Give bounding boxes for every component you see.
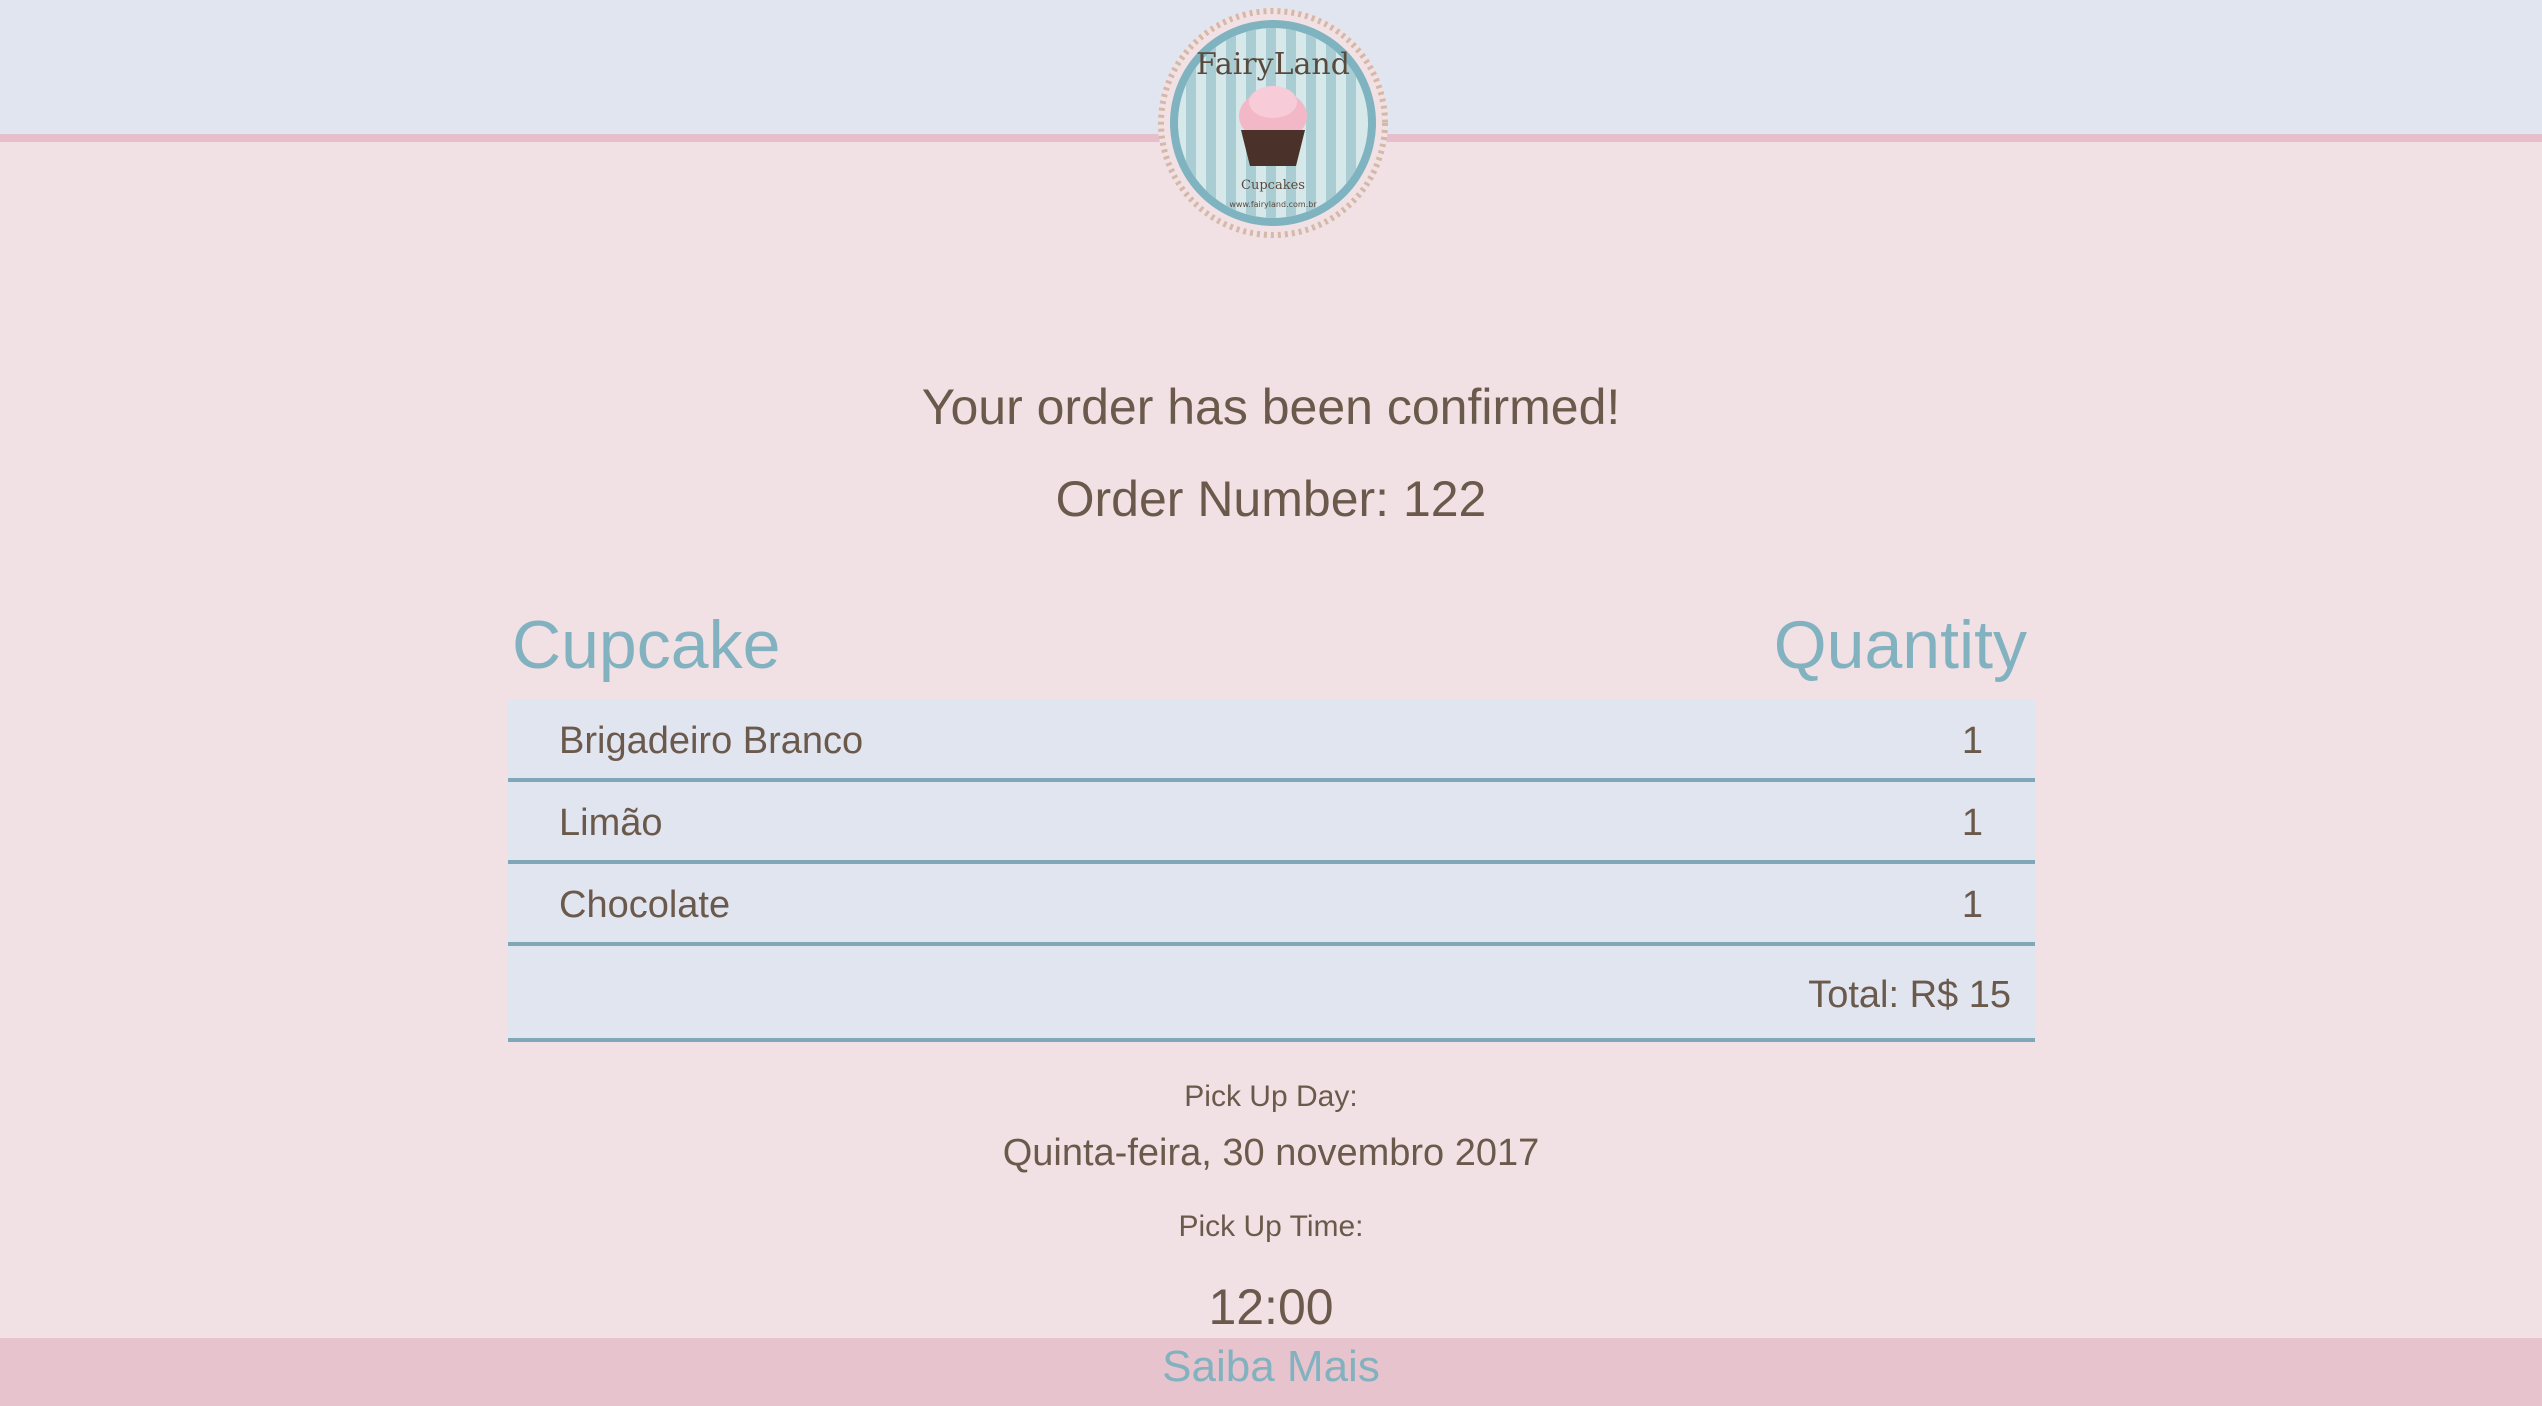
order-number: Order Number: 122 (1055, 471, 1487, 527)
column-header-quantity: Quantity (1773, 607, 2027, 683)
table-row: Brigadeiro Branco 1 (508, 700, 2035, 782)
cupcake-quantity: 1 (1961, 884, 1983, 926)
cupcake-quantity: 1 (1961, 720, 1983, 762)
order-total: Total: R$ 15 (1808, 974, 2011, 1016)
pickup-day-value: Quinta-feira, 30 novembro 2017 (1002, 1132, 1540, 1174)
logo-subtitle: Cupcakes (1241, 178, 1305, 193)
table-row: Limão 1 (508, 782, 2035, 864)
cupcake-name: Limão (559, 802, 663, 844)
pickup-time-value: 12:00 (1208, 1279, 1334, 1335)
cupcake-name: Brigadeiro Branco (559, 720, 864, 762)
table-total-row: Total: R$ 15 (508, 946, 2035, 1042)
confirmation-title: Your order has been confirmed! (921, 379, 1621, 435)
saiba-mais-link[interactable]: Saiba Mais (1162, 1342, 1380, 1392)
logo-title: FairyLand (1196, 47, 1350, 82)
table-row: Chocolate 1 (508, 864, 2035, 946)
pickup-time-label: Pick Up Time: (1178, 1210, 1364, 1243)
fairyland-logo[interactable]: FairyLand Cupcakes www.fairyland.com.br (1156, 6, 1390, 240)
site-footer: Saiba Mais (0, 1338, 2542, 1406)
cupcake-quantity: 1 (1961, 802, 1983, 844)
pickup-day-label: Pick Up Day: (1184, 1080, 1358, 1113)
logo-url: www.fairyland.com.br (1229, 200, 1317, 209)
order-table: Cupcake Quantity Brigadeiro Branco 1 Lim… (508, 606, 2035, 1042)
cupcake-name: Chocolate (559, 884, 731, 926)
table-header: Cupcake Quantity (508, 606, 2035, 700)
column-header-cupcake: Cupcake (512, 607, 781, 683)
